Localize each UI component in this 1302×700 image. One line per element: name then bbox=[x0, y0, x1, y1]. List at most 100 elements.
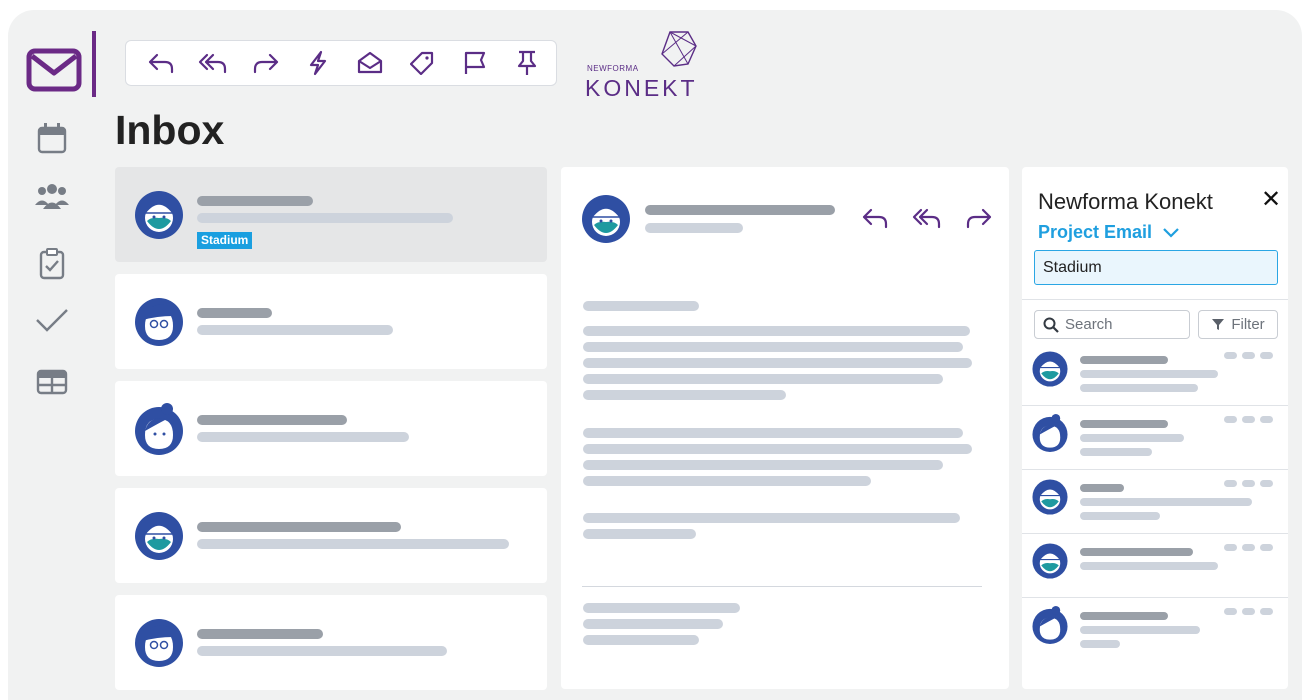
glasses-woman-avatar bbox=[135, 619, 183, 667]
email-item[interactable] bbox=[115, 381, 547, 476]
date-skeleton bbox=[1224, 352, 1278, 359]
email-item[interactable] bbox=[115, 595, 547, 690]
reply-icon[interactable] bbox=[138, 43, 184, 83]
sender-skeleton bbox=[1080, 484, 1124, 492]
body-skeleton bbox=[583, 301, 699, 311]
reply-all-icon[interactable] bbox=[190, 43, 236, 83]
panel-list-item[interactable] bbox=[1022, 342, 1288, 406]
rail-divider bbox=[92, 31, 96, 97]
filter-label: Filter bbox=[1231, 316, 1265, 333]
bun-woman-avatar bbox=[1032, 606, 1068, 644]
sender-skeleton bbox=[1080, 548, 1193, 556]
people-icon[interactable] bbox=[34, 180, 70, 216]
panel-list-item[interactable] bbox=[1022, 534, 1288, 598]
construction-worker-avatar bbox=[1032, 543, 1068, 579]
body-skeleton bbox=[583, 529, 696, 539]
panel-separator bbox=[1022, 299, 1288, 300]
reading-actions bbox=[849, 203, 1005, 233]
sender-skeleton bbox=[197, 415, 347, 425]
construction-worker-avatar bbox=[582, 195, 630, 243]
subject-skeleton bbox=[197, 213, 453, 223]
subject-skeleton bbox=[1080, 434, 1184, 442]
signature-skeleton bbox=[583, 635, 699, 645]
reading-pane bbox=[561, 167, 1009, 689]
sender-skeleton bbox=[197, 196, 313, 206]
page-title: Inbox bbox=[115, 107, 225, 153]
table-icon[interactable] bbox=[34, 364, 70, 400]
body-skeleton bbox=[583, 476, 871, 486]
body-skeleton bbox=[583, 326, 970, 336]
subject-skeleton bbox=[1080, 498, 1252, 506]
search-box[interactable] bbox=[1034, 310, 1190, 339]
project-email-dropdown[interactable]: Project Email bbox=[1038, 222, 1180, 243]
subject-skeleton bbox=[1080, 448, 1152, 456]
date-skeleton bbox=[645, 223, 743, 233]
subject-skeleton bbox=[197, 432, 409, 442]
app-frame: NEWFORMA KONEKT Inbox Stadium Newforma K… bbox=[8, 10, 1302, 700]
sender-skeleton bbox=[1080, 612, 1168, 620]
panel-list-item[interactable] bbox=[1022, 598, 1288, 662]
subject-skeleton bbox=[1080, 562, 1218, 570]
flag-icon[interactable] bbox=[452, 43, 498, 83]
body-skeleton bbox=[583, 390, 786, 400]
message-toolbar bbox=[125, 40, 557, 86]
reply-icon[interactable] bbox=[849, 203, 901, 233]
email-item[interactable] bbox=[115, 488, 547, 583]
forward-icon[interactable] bbox=[243, 43, 289, 83]
subject-skeleton bbox=[197, 646, 447, 656]
email-item[interactable] bbox=[115, 274, 547, 369]
body-skeleton bbox=[583, 428, 963, 438]
panel-list-item[interactable] bbox=[1022, 470, 1288, 534]
clipboard-check-icon[interactable] bbox=[34, 246, 70, 282]
signature-skeleton bbox=[583, 619, 723, 629]
subject-skeleton bbox=[1080, 512, 1160, 520]
date-skeleton bbox=[1224, 416, 1278, 423]
search-input[interactable] bbox=[1065, 316, 1175, 333]
body-skeleton bbox=[583, 460, 943, 470]
subject-skeleton bbox=[1080, 384, 1198, 392]
construction-worker-avatar bbox=[1032, 351, 1068, 387]
body-skeleton bbox=[583, 358, 972, 368]
check-icon[interactable] bbox=[34, 302, 70, 338]
project-field[interactable] bbox=[1034, 250, 1278, 285]
email-item-selected[interactable]: Stadium bbox=[115, 167, 547, 262]
subject-skeleton bbox=[1080, 626, 1200, 634]
filter-button[interactable]: Filter bbox=[1198, 310, 1278, 339]
signature-divider bbox=[582, 586, 982, 587]
construction-worker-avatar bbox=[135, 512, 183, 560]
calendar-icon[interactable] bbox=[34, 120, 70, 156]
construction-worker-avatar bbox=[135, 191, 183, 239]
glasses-woman-avatar bbox=[135, 298, 183, 346]
newforma-konekt-logo: NEWFORMA KONEKT bbox=[585, 30, 705, 101]
panel-list-item[interactable] bbox=[1022, 406, 1288, 470]
logo-top-text: NEWFORMA bbox=[587, 64, 639, 73]
filter-icon bbox=[1212, 319, 1225, 330]
body-skeleton bbox=[583, 342, 963, 352]
logo-main-text: KONEKT bbox=[585, 75, 698, 101]
logo-mark-icon bbox=[661, 31, 697, 67]
tag-icon[interactable] bbox=[399, 43, 445, 83]
mark-read-icon[interactable] bbox=[347, 43, 393, 83]
subject-skeleton bbox=[197, 325, 393, 335]
sender-skeleton bbox=[645, 205, 835, 215]
close-icon[interactable]: ✕ bbox=[1259, 185, 1283, 215]
sender-skeleton bbox=[197, 522, 401, 532]
signature-skeleton bbox=[583, 603, 740, 613]
bun-woman-avatar bbox=[135, 403, 183, 455]
forward-icon[interactable] bbox=[953, 203, 1005, 233]
project-tag[interactable]: Stadium bbox=[197, 232, 253, 249]
body-skeleton bbox=[583, 513, 960, 523]
body-skeleton bbox=[583, 444, 972, 454]
project-email-label: Project Email bbox=[1038, 222, 1153, 242]
mail-icon[interactable] bbox=[24, 40, 84, 100]
body-skeleton bbox=[583, 374, 943, 384]
bun-woman-avatar bbox=[1032, 414, 1068, 452]
date-skeleton bbox=[1224, 608, 1278, 615]
sender-skeleton bbox=[197, 308, 272, 318]
subject-skeleton bbox=[1080, 370, 1218, 378]
pin-icon[interactable] bbox=[504, 43, 550, 83]
lightning-icon[interactable] bbox=[295, 43, 341, 83]
reply-all-icon[interactable] bbox=[901, 203, 953, 233]
sender-skeleton bbox=[1080, 420, 1168, 428]
search-icon bbox=[1043, 317, 1059, 333]
